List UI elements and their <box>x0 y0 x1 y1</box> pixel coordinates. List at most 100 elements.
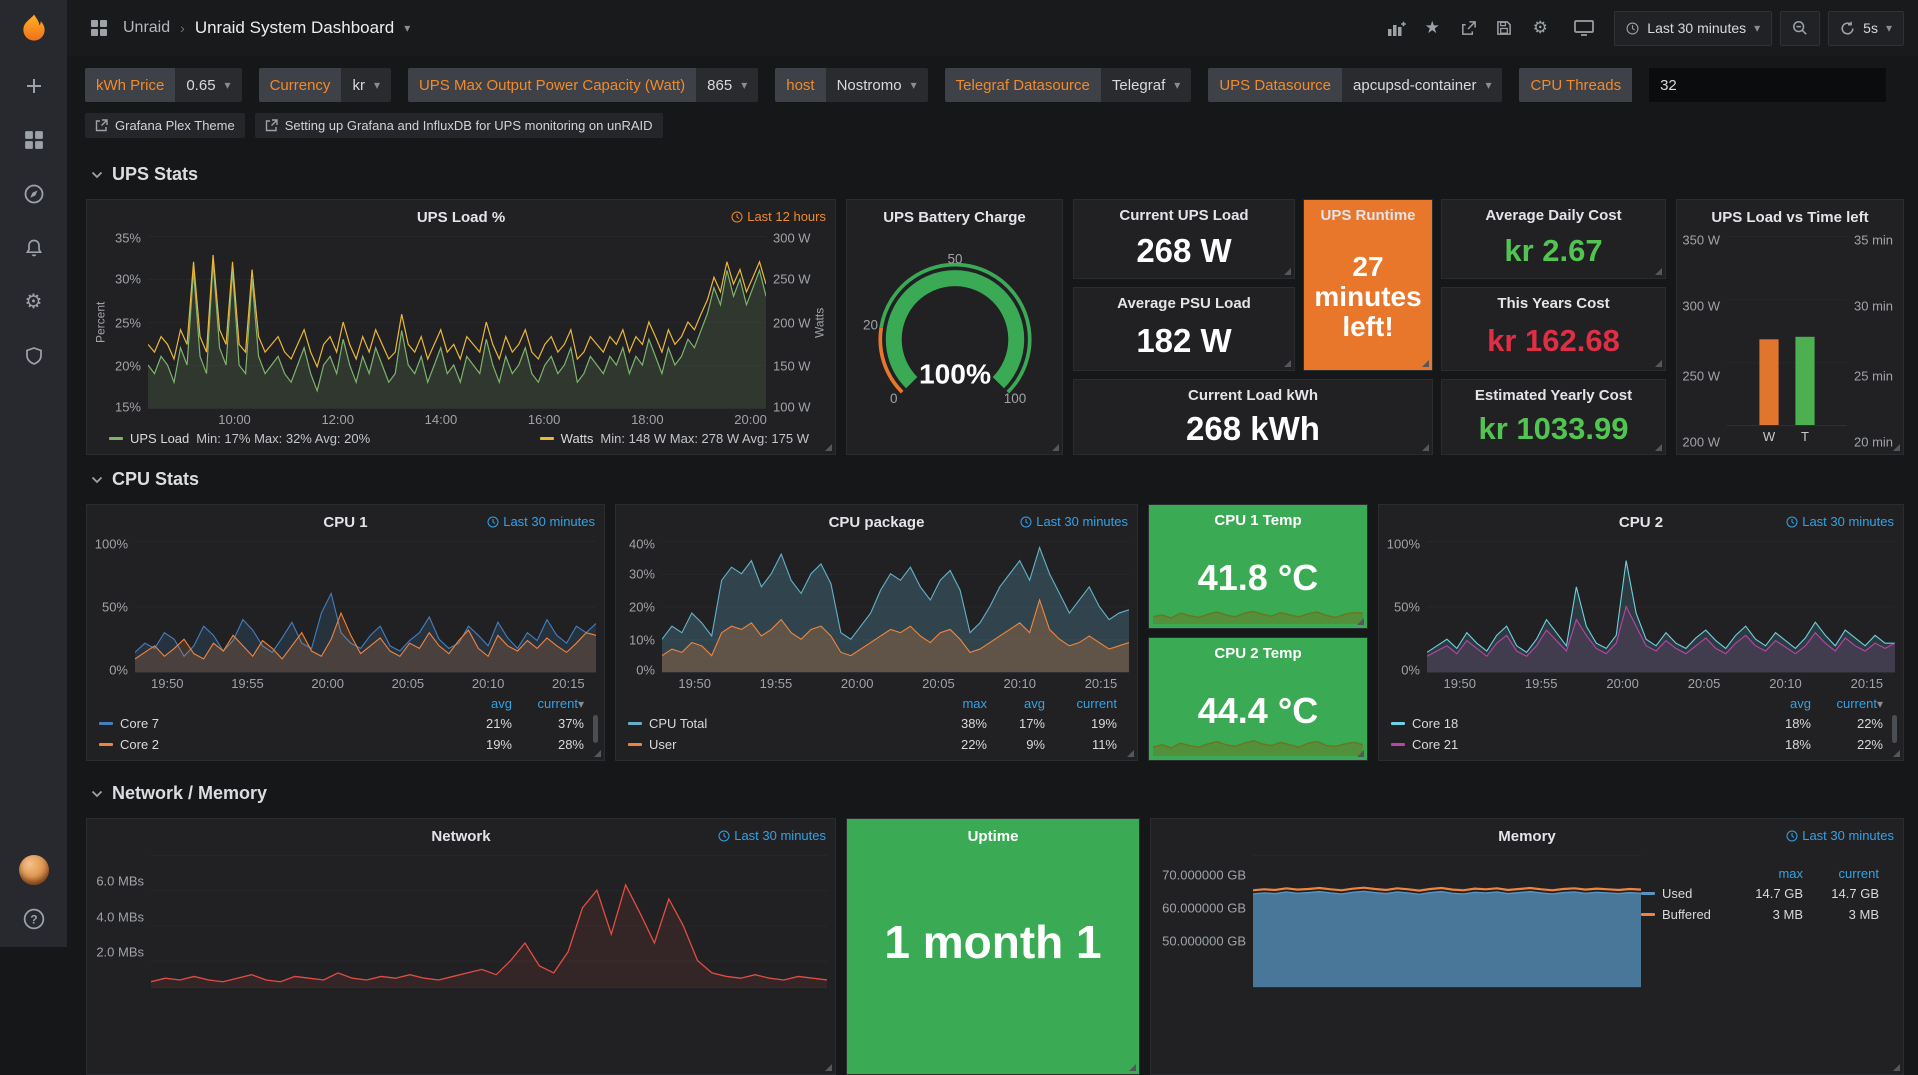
panel-title[interactable]: Average PSU Load <box>1117 295 1251 312</box>
panel-title[interactable]: This Years Cost <box>1497 295 1609 312</box>
x-axis: 10:00 12:00 14:00 16:00 18:00 20:00 <box>148 409 766 429</box>
server-admin-shield-icon[interactable] <box>22 344 46 368</box>
refresh-button[interactable]: 5s ▾ <box>1828 11 1904 46</box>
legend-header[interactable]: max <box>962 696 987 711</box>
alerting-bell-icon[interactable] <box>22 236 46 260</box>
battery-gauge[interactable]: 0 20 50 100 100% <box>847 248 1062 416</box>
cpu2-chart[interactable] <box>1427 541 1895 673</box>
apps-grid-icon[interactable] <box>85 13 113 43</box>
breadcrumb-folder[interactable]: Unraid <box>123 19 170 37</box>
cpu-threads-input[interactable] <box>1649 68 1886 102</box>
legend-row[interactable]: Used 14.7 GB 14.7 GB <box>1641 883 1879 904</box>
dashboard-title[interactable]: Unraid System Dashboard <box>195 18 394 38</box>
variable-ups-max-power[interactable]: UPS Max Output Power Capacity (Watt) 865… <box>408 68 758 102</box>
cpu-package-chart[interactable] <box>662 541 1129 673</box>
configuration-gear-icon[interactable]: ⚙ <box>22 290 46 314</box>
panel-time-range: Last 30 minutes <box>1020 514 1128 529</box>
variable-value: Nostromo <box>837 77 902 94</box>
legend-row[interactable]: Core 21 18% 22% <box>1391 734 1883 755</box>
legend-header[interactable]: max <box>1778 866 1803 881</box>
link-ups-monitoring-guide[interactable]: Setting up Grafana and InfluxDB for UPS … <box>255 113 663 138</box>
panel-this-years-cost: This Years Cost kr 162.68 <box>1441 287 1666 371</box>
legend-header[interactable]: current <box>1839 866 1879 881</box>
legend-row[interactable]: Buffered 3 MB 3 MB <box>1641 904 1879 925</box>
legend-scrollbar[interactable] <box>1892 715 1897 743</box>
legend-scrollbar[interactable] <box>593 715 598 743</box>
clock-icon <box>1786 516 1798 528</box>
legend-header-sort[interactable]: current▾ <box>1837 696 1884 711</box>
legend-row[interactable]: Core 2 19% 28% <box>99 734 584 755</box>
legend-row[interactable]: CPU Total 38% 17% 19% <box>628 713 1117 734</box>
star-icon[interactable]: ★ <box>1418 13 1446 43</box>
dashboards-icon[interactable] <box>22 128 46 152</box>
legend-header[interactable]: avg <box>1024 696 1045 711</box>
explore-compass-icon[interactable] <box>22 182 46 206</box>
variable-host[interactable]: host Nostromo▾ <box>775 68 927 102</box>
row-header-network-memory[interactable]: Network / Memory <box>67 761 1918 814</box>
add-panel-icon[interactable] <box>1382 13 1410 43</box>
panel-title[interactable]: CPU 2 Temp <box>1214 645 1301 662</box>
panel-title[interactable]: UPS Runtime <box>1320 207 1415 224</box>
ups-load-chart[interactable] <box>148 236 766 409</box>
graph-legend: max current Used 14.7 GB 14.7 GB Buffere… <box>1641 855 1895 925</box>
legend-header[interactable]: avg <box>1790 696 1811 711</box>
y-axis-left: 40% 30% 20% 10% 0% <box>622 541 662 673</box>
legend-row[interactable]: Core 18 18% 22% <box>1391 713 1883 734</box>
variable-value: apcupsd-container <box>1353 77 1476 94</box>
settings-gear-icon[interactable]: ⚙ <box>1526 13 1554 43</box>
panel-title[interactable]: Current Load kWh <box>1188 387 1318 404</box>
variable-ups-datasource[interactable]: UPS Datasource apcupsd-container▾ <box>1208 68 1502 102</box>
row-header-ups-stats[interactable]: UPS Stats <box>67 150 1918 195</box>
legend-row[interactable]: Core 7 21% 37% <box>99 713 584 734</box>
grafana-logo[interactable] <box>17 12 51 46</box>
panel-ups-runtime: UPS Runtime 27 minutes left! <box>1303 199 1433 371</box>
network-chart[interactable] <box>151 855 827 988</box>
series-marker <box>1641 913 1655 916</box>
panel-title[interactable]: UPS Load vs Time left <box>1677 200 1903 234</box>
user-avatar[interactable] <box>19 855 49 885</box>
panel-title[interactable]: Estimated Yearly Cost <box>1475 387 1632 404</box>
legend-item[interactable]: Watts Min: 148 W Max: 278 W Avg: 175 W <box>540 431 809 446</box>
variable-telegraf-datasource[interactable]: Telegraf Datasource Telegraf▾ <box>945 68 1192 102</box>
panel-title[interactable]: Average Daily Cost <box>1485 207 1621 224</box>
legend-header-sort[interactable]: current▾ <box>538 696 585 711</box>
clock-icon <box>1786 830 1798 842</box>
time-range-picker[interactable]: Last 30 minutes ▾ <box>1614 11 1772 46</box>
variable-label: UPS Max Output Power Capacity (Watt) <box>408 68 696 102</box>
cycle-view-monitor-icon[interactable] <box>1570 13 1598 43</box>
graph-legend: max avg current CPU Total 38% 17% 19% Us… <box>616 693 1137 760</box>
panel-title[interactable]: UPS Battery Charge <box>847 200 1062 234</box>
create-plus-icon[interactable] <box>22 74 46 98</box>
series-name: Core 21 <box>1412 737 1458 752</box>
chevron-down-icon: ▾ <box>1174 78 1180 92</box>
ups-bars-chart[interactable] <box>1727 236 1847 426</box>
legend-header[interactable]: current <box>1077 696 1117 711</box>
save-icon[interactable] <box>1490 13 1518 43</box>
chevron-down-icon: ▾ <box>741 78 747 92</box>
legend-row[interactable]: User 22% 9% 11% <box>628 734 1117 755</box>
variable-kwh-price[interactable]: kWh Price 0.65▾ <box>85 68 242 102</box>
panel-ups-load: UPS Load % Last 12 hours Percent 35% 30%… <box>86 199 836 455</box>
share-icon[interactable] <box>1454 13 1482 43</box>
row-header-cpu-stats[interactable]: CPU Stats <box>67 455 1918 500</box>
legend-item[interactable]: UPS Load Min: 17% Max: 32% Avg: 20% <box>109 431 370 446</box>
chevron-down-icon: ▾ <box>374 78 380 92</box>
panel-title[interactable]: Current UPS Load <box>1119 207 1248 224</box>
variable-value: kr <box>352 77 365 94</box>
panel-title[interactable]: UPS Load % <box>87 200 835 234</box>
zoom-out-button[interactable] <box>1780 11 1820 46</box>
series-name: User <box>649 737 676 752</box>
title-caret-icon[interactable]: ▾ <box>404 21 410 35</box>
panel-title[interactable]: CPU 1 Temp <box>1214 512 1301 529</box>
link-grafana-plex-theme[interactable]: Grafana Plex Theme <box>85 113 245 138</box>
memory-chart[interactable] <box>1253 855 1641 988</box>
variable-value: 865 <box>707 77 732 94</box>
cpu1-chart[interactable] <box>135 541 596 673</box>
legend-header[interactable]: avg <box>491 696 512 711</box>
variable-value: 0.65 <box>186 77 215 94</box>
breadcrumb: Unraid › Unraid System Dashboard ▾ <box>85 13 410 43</box>
panel-title[interactable]: Uptime <box>847 819 1139 853</box>
help-icon[interactable]: ? <box>22 907 46 931</box>
panel-current-load-kwh: Current Load kWh 268 kWh <box>1073 379 1433 455</box>
variable-currency[interactable]: Currency kr▾ <box>259 68 391 102</box>
